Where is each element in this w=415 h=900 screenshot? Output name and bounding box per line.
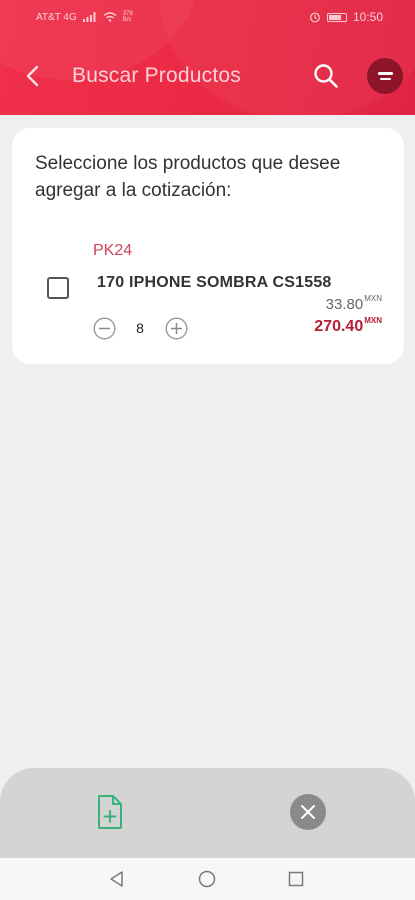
status-bar: AT&T 4G 378 B/s 10:50 — [0, 0, 415, 34]
product-checkbox[interactable] — [47, 277, 69, 299]
unit-price-value: 33.80 — [325, 296, 364, 313]
wifi-icon — [103, 12, 117, 22]
product-name: 170 IPHONE SOMBRA CS1558 — [97, 274, 332, 291]
back-arrow-icon — [26, 65, 39, 87]
total-price-value: 270.40 — [314, 318, 364, 335]
nav-home-icon — [198, 870, 216, 888]
search-icon — [314, 64, 338, 88]
filter-icon-line — [379, 77, 391, 80]
app-header: AT&T 4G 378 B/s 10:50 Buscar Productos — [0, 0, 415, 115]
product-code: PK24 — [93, 242, 133, 259]
filter-icon — [377, 72, 393, 75]
alarm-icon — [310, 12, 320, 23]
filter-button[interactable] — [367, 58, 403, 94]
decrease-quantity-button[interactable] — [93, 317, 116, 340]
add-to-quote-button[interactable] — [94, 792, 126, 832]
status-right: 10:50 — [309, 10, 383, 24]
network-speed: 378 B/s — [123, 11, 133, 23]
back-button[interactable] — [18, 60, 46, 92]
increase-quantity-button[interactable] — [165, 317, 188, 340]
plus-circle-icon — [165, 317, 188, 340]
quantity-value: 8 — [136, 320, 144, 336]
nav-back-icon — [110, 871, 123, 887]
nav-back-button[interactable] — [108, 870, 126, 888]
total-price: 270.40MXN — [314, 316, 382, 336]
battery-icon — [326, 12, 347, 22]
page-title: Buscar Productos — [72, 64, 241, 87]
close-icon — [301, 805, 315, 819]
nav-home-button[interactable] — [198, 870, 216, 888]
unit-price-currency: MXN — [364, 294, 382, 303]
unit-price: 33.80MXN — [325, 294, 382, 313]
product-selection-card: Seleccione los productos que desee agreg… — [12, 128, 404, 364]
total-price-currency: MXN — [364, 316, 382, 325]
status-left: AT&T 4G 378 B/s — [36, 11, 133, 23]
clock-label: 10:50 — [352, 10, 383, 24]
network-speed-unit: B/s — [122, 17, 132, 23]
minus-circle-icon — [93, 317, 116, 340]
instruction-text: Seleccione los productos que desee agreg… — [35, 153, 341, 201]
add-document-icon — [98, 795, 122, 829]
search-button[interactable] — [312, 62, 340, 90]
close-button[interactable] — [290, 794, 326, 830]
nav-recent-icon — [288, 871, 304, 887]
bottom-action-panel — [0, 768, 415, 858]
signal-icon — [82, 12, 96, 22]
nav-recent-apps-button[interactable] — [288, 871, 304, 887]
carrier-label: AT&T 4G — [36, 11, 77, 23]
system-navigation-bar — [0, 858, 415, 900]
